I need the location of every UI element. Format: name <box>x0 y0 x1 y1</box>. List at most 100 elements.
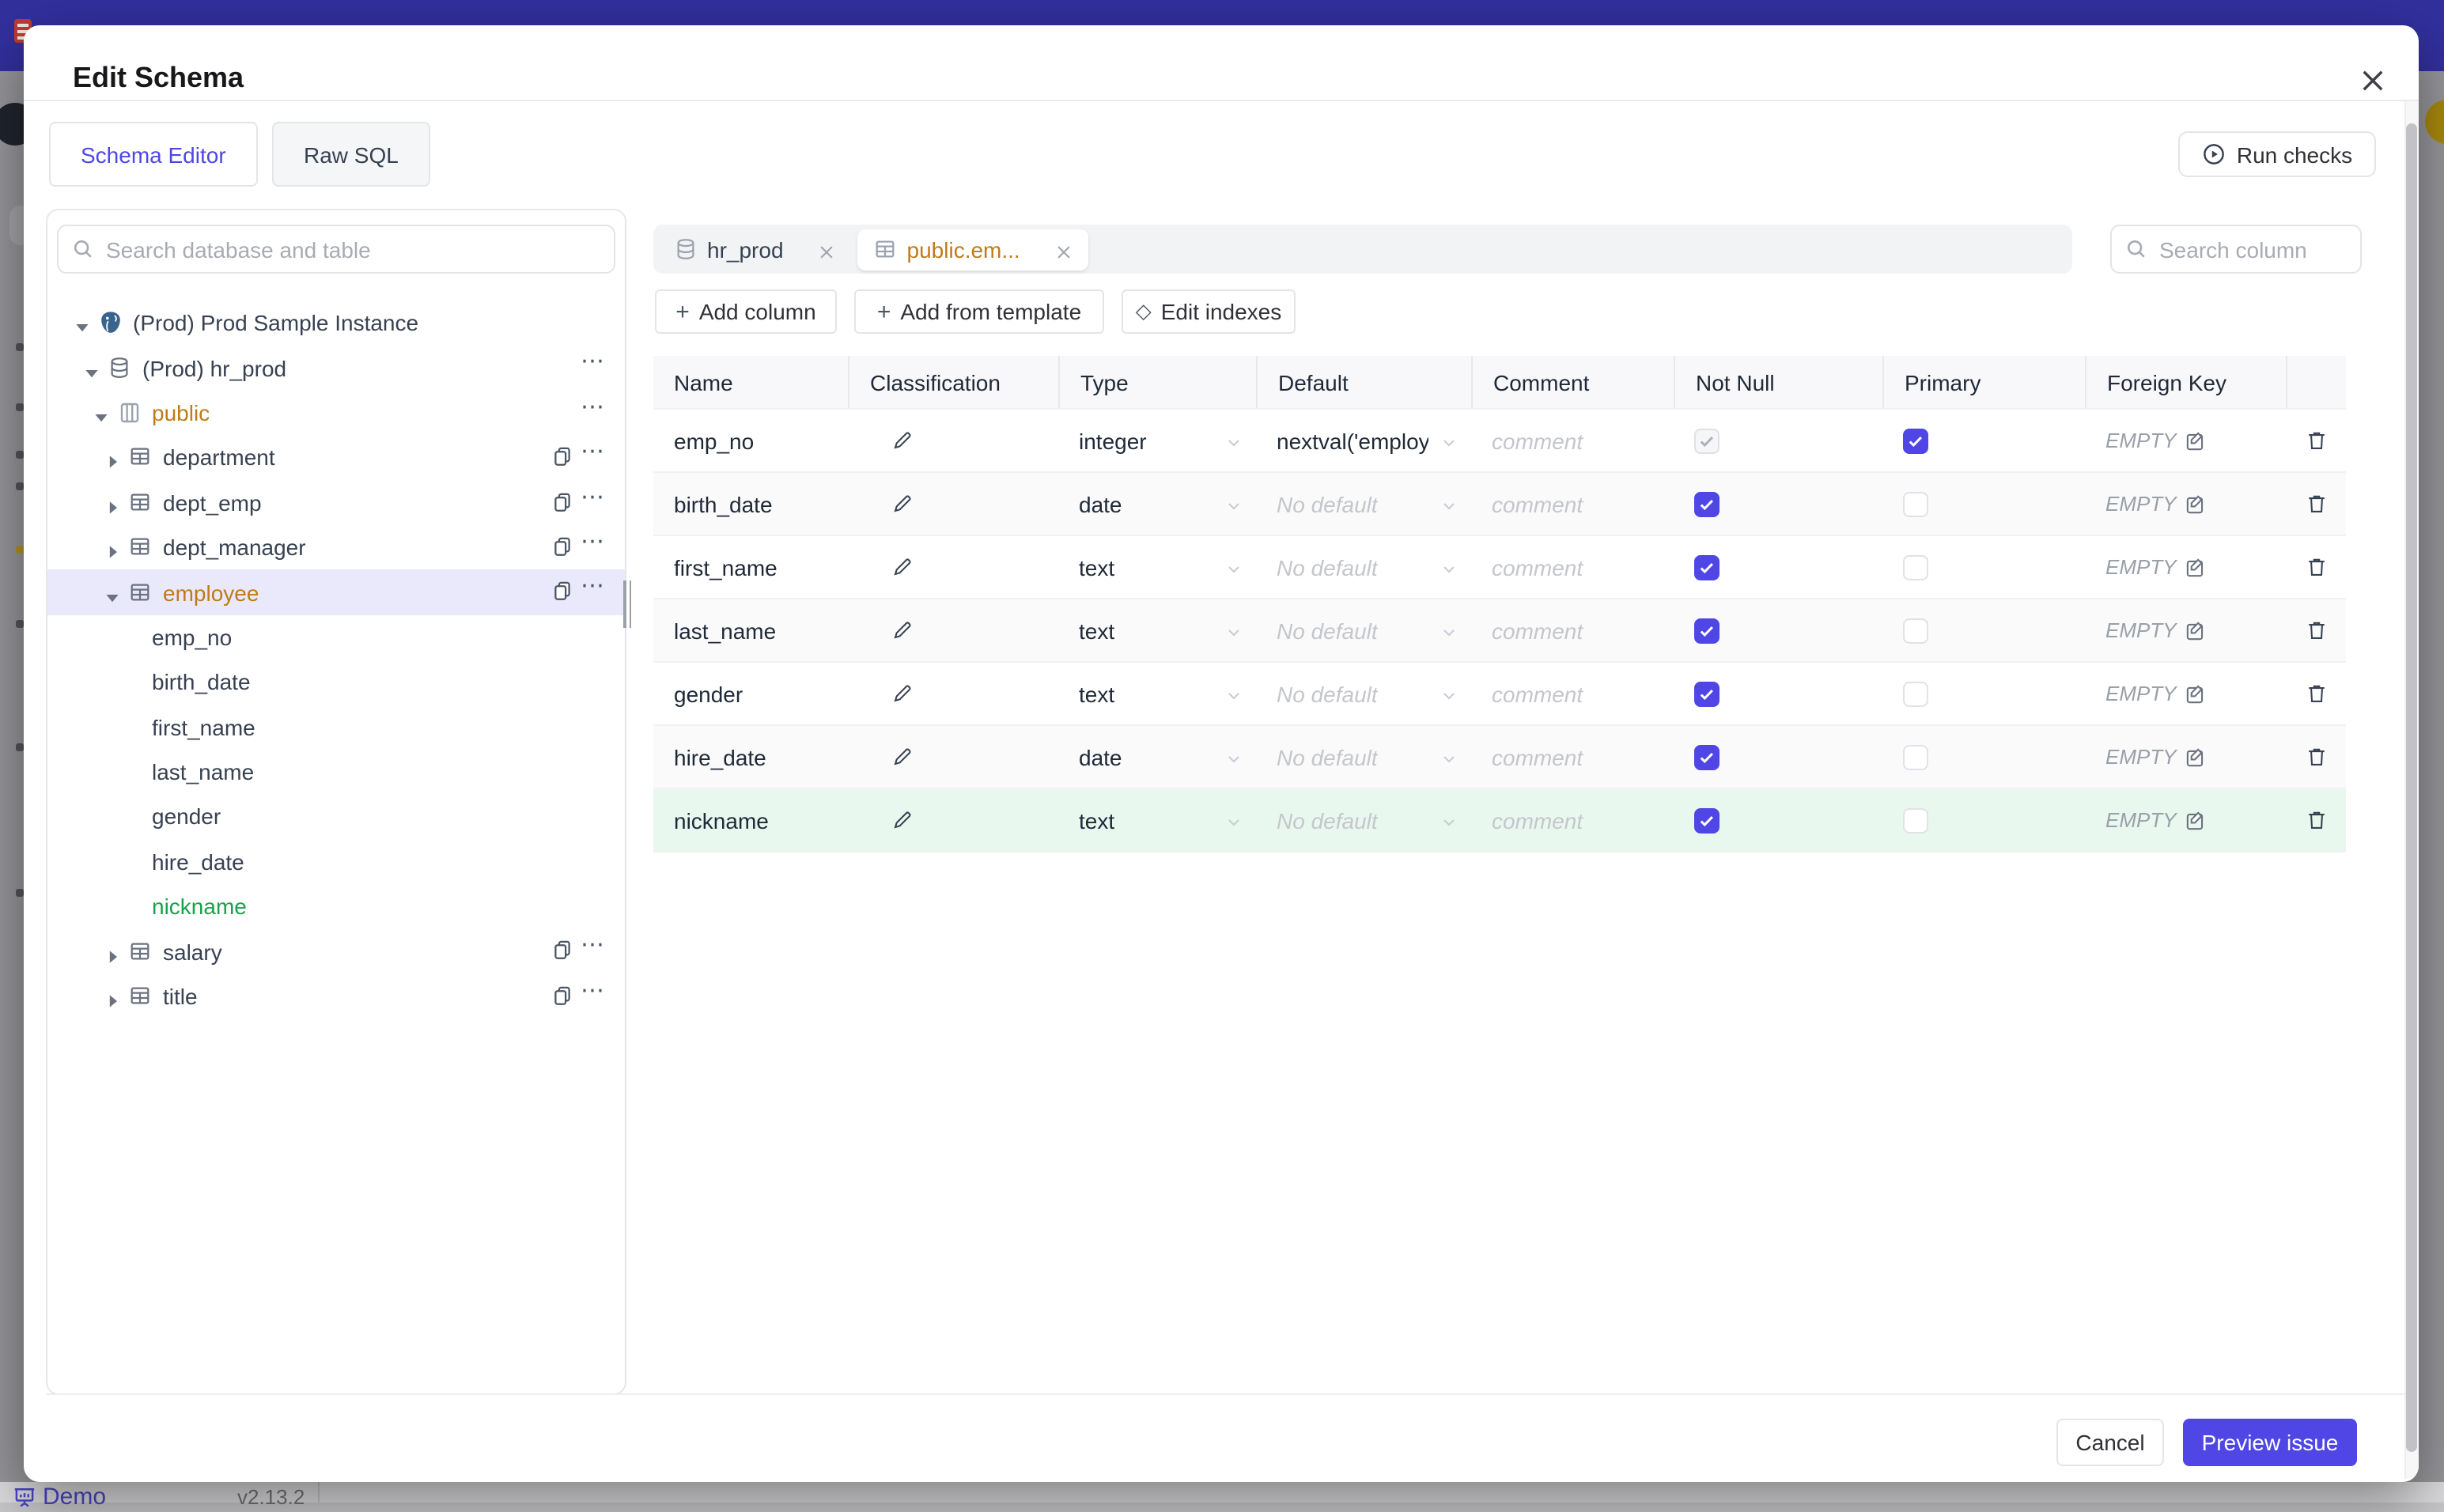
tree-item-nickname[interactable]: nickname <box>47 884 625 929</box>
more-actions-icon[interactable]: ⋯ <box>581 482 606 510</box>
more-actions-icon[interactable]: ⋯ <box>581 976 606 1004</box>
more-actions-icon[interactable]: ⋯ <box>581 392 606 421</box>
caret-down-icon[interactable] <box>93 405 109 422</box>
not-null-checkbox[interactable] <box>1694 807 1720 833</box>
more-actions-icon[interactable]: ⋯ <box>581 437 606 465</box>
cell-default[interactable]: No default <box>1256 536 1471 598</box>
edit-foreign-key-icon[interactable] <box>2185 682 2207 705</box>
copy-icon[interactable] <box>550 535 574 558</box>
not-null-checkbox[interactable] <box>1694 491 1720 516</box>
cell-classification[interactable] <box>848 726 1058 788</box>
open-tab-public-em-[interactable]: public.em... <box>857 229 1088 270</box>
cell-type[interactable]: date <box>1058 726 1256 788</box>
demo-link[interactable]: Demo <box>13 1484 106 1510</box>
not-null-checkbox[interactable] <box>1694 554 1720 580</box>
primary-checkbox[interactable] <box>1903 807 1928 833</box>
caret-right-icon[interactable] <box>104 539 120 558</box>
cell-type[interactable]: date <box>1058 473 1256 535</box>
close-icon[interactable] <box>2359 66 2387 95</box>
not-null-checkbox[interactable] <box>1694 618 1720 643</box>
edit-foreign-key-icon[interactable] <box>2185 619 2207 641</box>
primary-checkbox[interactable] <box>1903 428 1928 453</box>
open-tab-hr_prod[interactable]: hr_prod <box>658 229 852 270</box>
pencil-icon[interactable] <box>891 555 914 579</box>
pencil-icon[interactable] <box>891 808 914 832</box>
delete-column-icon[interactable] <box>2304 682 2328 705</box>
caret-down-icon[interactable] <box>104 584 120 602</box>
cell-comment[interactable]: comment <box>1471 536 1674 598</box>
cell-classification[interactable] <box>848 789 1058 851</box>
more-actions-icon[interactable]: ⋯ <box>581 572 606 600</box>
copy-icon[interactable] <box>550 580 574 603</box>
tree-item-employee[interactable]: employee ⋯ <box>47 569 625 615</box>
cell-type[interactable]: text <box>1058 599 1256 661</box>
delete-column-icon[interactable] <box>2304 555 2328 579</box>
cell-name[interactable]: emp_no <box>653 410 848 471</box>
cell-default[interactable]: No default <box>1256 473 1471 535</box>
cell-comment[interactable]: comment <box>1471 663 1674 724</box>
copy-icon[interactable] <box>550 444 574 468</box>
cell-name[interactable]: last_name <box>653 599 848 661</box>
tree-item-title[interactable]: title ⋯ <box>47 974 625 1019</box>
cell-name[interactable]: nickname <box>653 789 848 851</box>
primary-checkbox[interactable] <box>1903 744 1928 769</box>
copy-icon[interactable] <box>550 490 574 513</box>
more-actions-icon[interactable]: ⋯ <box>581 931 606 959</box>
primary-checkbox[interactable] <box>1903 618 1928 643</box>
cell-type[interactable]: integer <box>1058 410 1256 471</box>
edit-indexes-button[interactable]: ◇ Edit indexes <box>1122 289 1296 334</box>
tree-item-last_name[interactable]: last_name <box>47 750 625 795</box>
tree-item-dept_emp[interactable]: dept_emp ⋯ <box>47 480 625 525</box>
tree-item-hire_date[interactable]: hire_date <box>47 839 625 884</box>
tree-item-department[interactable]: department ⋯ <box>47 435 625 480</box>
cell-name[interactable]: first_name <box>653 536 848 598</box>
delete-column-icon[interactable] <box>2304 808 2328 832</box>
delete-column-icon[interactable] <box>2304 429 2328 452</box>
search-database-input[interactable] <box>57 225 615 274</box>
copy-icon[interactable] <box>550 939 574 962</box>
modal-scrollbar-thumb[interactable] <box>2406 123 2417 1452</box>
cell-name[interactable]: hire_date <box>653 726 848 788</box>
primary-checkbox[interactable] <box>1903 681 1928 706</box>
cell-comment[interactable]: comment <box>1471 473 1674 535</box>
cell-default[interactable]: No default <box>1256 663 1471 724</box>
caret-right-icon[interactable] <box>104 988 120 1007</box>
pencil-icon[interactable] <box>891 429 914 452</box>
close-tab-icon[interactable] <box>1055 240 1073 259</box>
pencil-icon[interactable] <box>891 745 914 769</box>
cell-default[interactable]: No default <box>1256 599 1471 661</box>
cell-comment[interactable]: comment <box>1471 410 1674 471</box>
primary-checkbox[interactable] <box>1903 554 1928 580</box>
tree-item-emp_no[interactable]: emp_no <box>47 614 625 660</box>
cell-classification[interactable] <box>848 536 1058 598</box>
tree-item--prod-hr_prod[interactable]: (Prod) hr_prod ⋯ <box>47 346 625 391</box>
tree-item-salary[interactable]: salary ⋯ <box>47 929 625 974</box>
edit-foreign-key-icon[interactable] <box>2185 809 2207 831</box>
primary-checkbox[interactable] <box>1903 491 1928 516</box>
tree-item-dept_manager[interactable]: dept_manager ⋯ <box>47 525 625 570</box>
cell-type[interactable]: text <box>1058 663 1256 724</box>
cell-default[interactable]: nextval('employ <box>1256 410 1471 471</box>
caret-right-icon[interactable] <box>104 495 120 514</box>
panel-resize-handle[interactable] <box>623 580 633 628</box>
add-column-button[interactable]: + Add column <box>655 289 837 334</box>
caret-down-icon[interactable] <box>74 315 90 332</box>
cell-type[interactable]: text <box>1058 536 1256 598</box>
tab-schema-editor[interactable]: Schema Editor <box>49 122 258 187</box>
cell-classification[interactable] <box>848 663 1058 724</box>
cell-classification[interactable] <box>848 599 1058 661</box>
tree-item-first_name[interactable]: first_name <box>47 705 625 750</box>
run-checks-button[interactable]: Run checks <box>2178 131 2376 177</box>
cell-default[interactable]: No default <box>1256 789 1471 851</box>
tree-item--prod-prod-sample-instance[interactable]: (Prod) Prod Sample Instance <box>47 301 625 346</box>
cell-name[interactable]: birth_date <box>653 473 848 535</box>
cell-comment[interactable]: comment <box>1471 726 1674 788</box>
edit-foreign-key-icon[interactable] <box>2185 493 2207 515</box>
pencil-icon[interactable] <box>891 492 914 516</box>
caret-down-icon[interactable] <box>84 360 100 377</box>
tree-item-public[interactable]: public ⋯ <box>47 391 625 436</box>
preview-issue-button[interactable]: Preview issue <box>2183 1419 2357 1466</box>
cell-comment[interactable]: comment <box>1471 789 1674 851</box>
not-null-checkbox[interactable] <box>1694 744 1720 769</box>
cancel-button[interactable]: Cancel <box>2056 1419 2164 1466</box>
